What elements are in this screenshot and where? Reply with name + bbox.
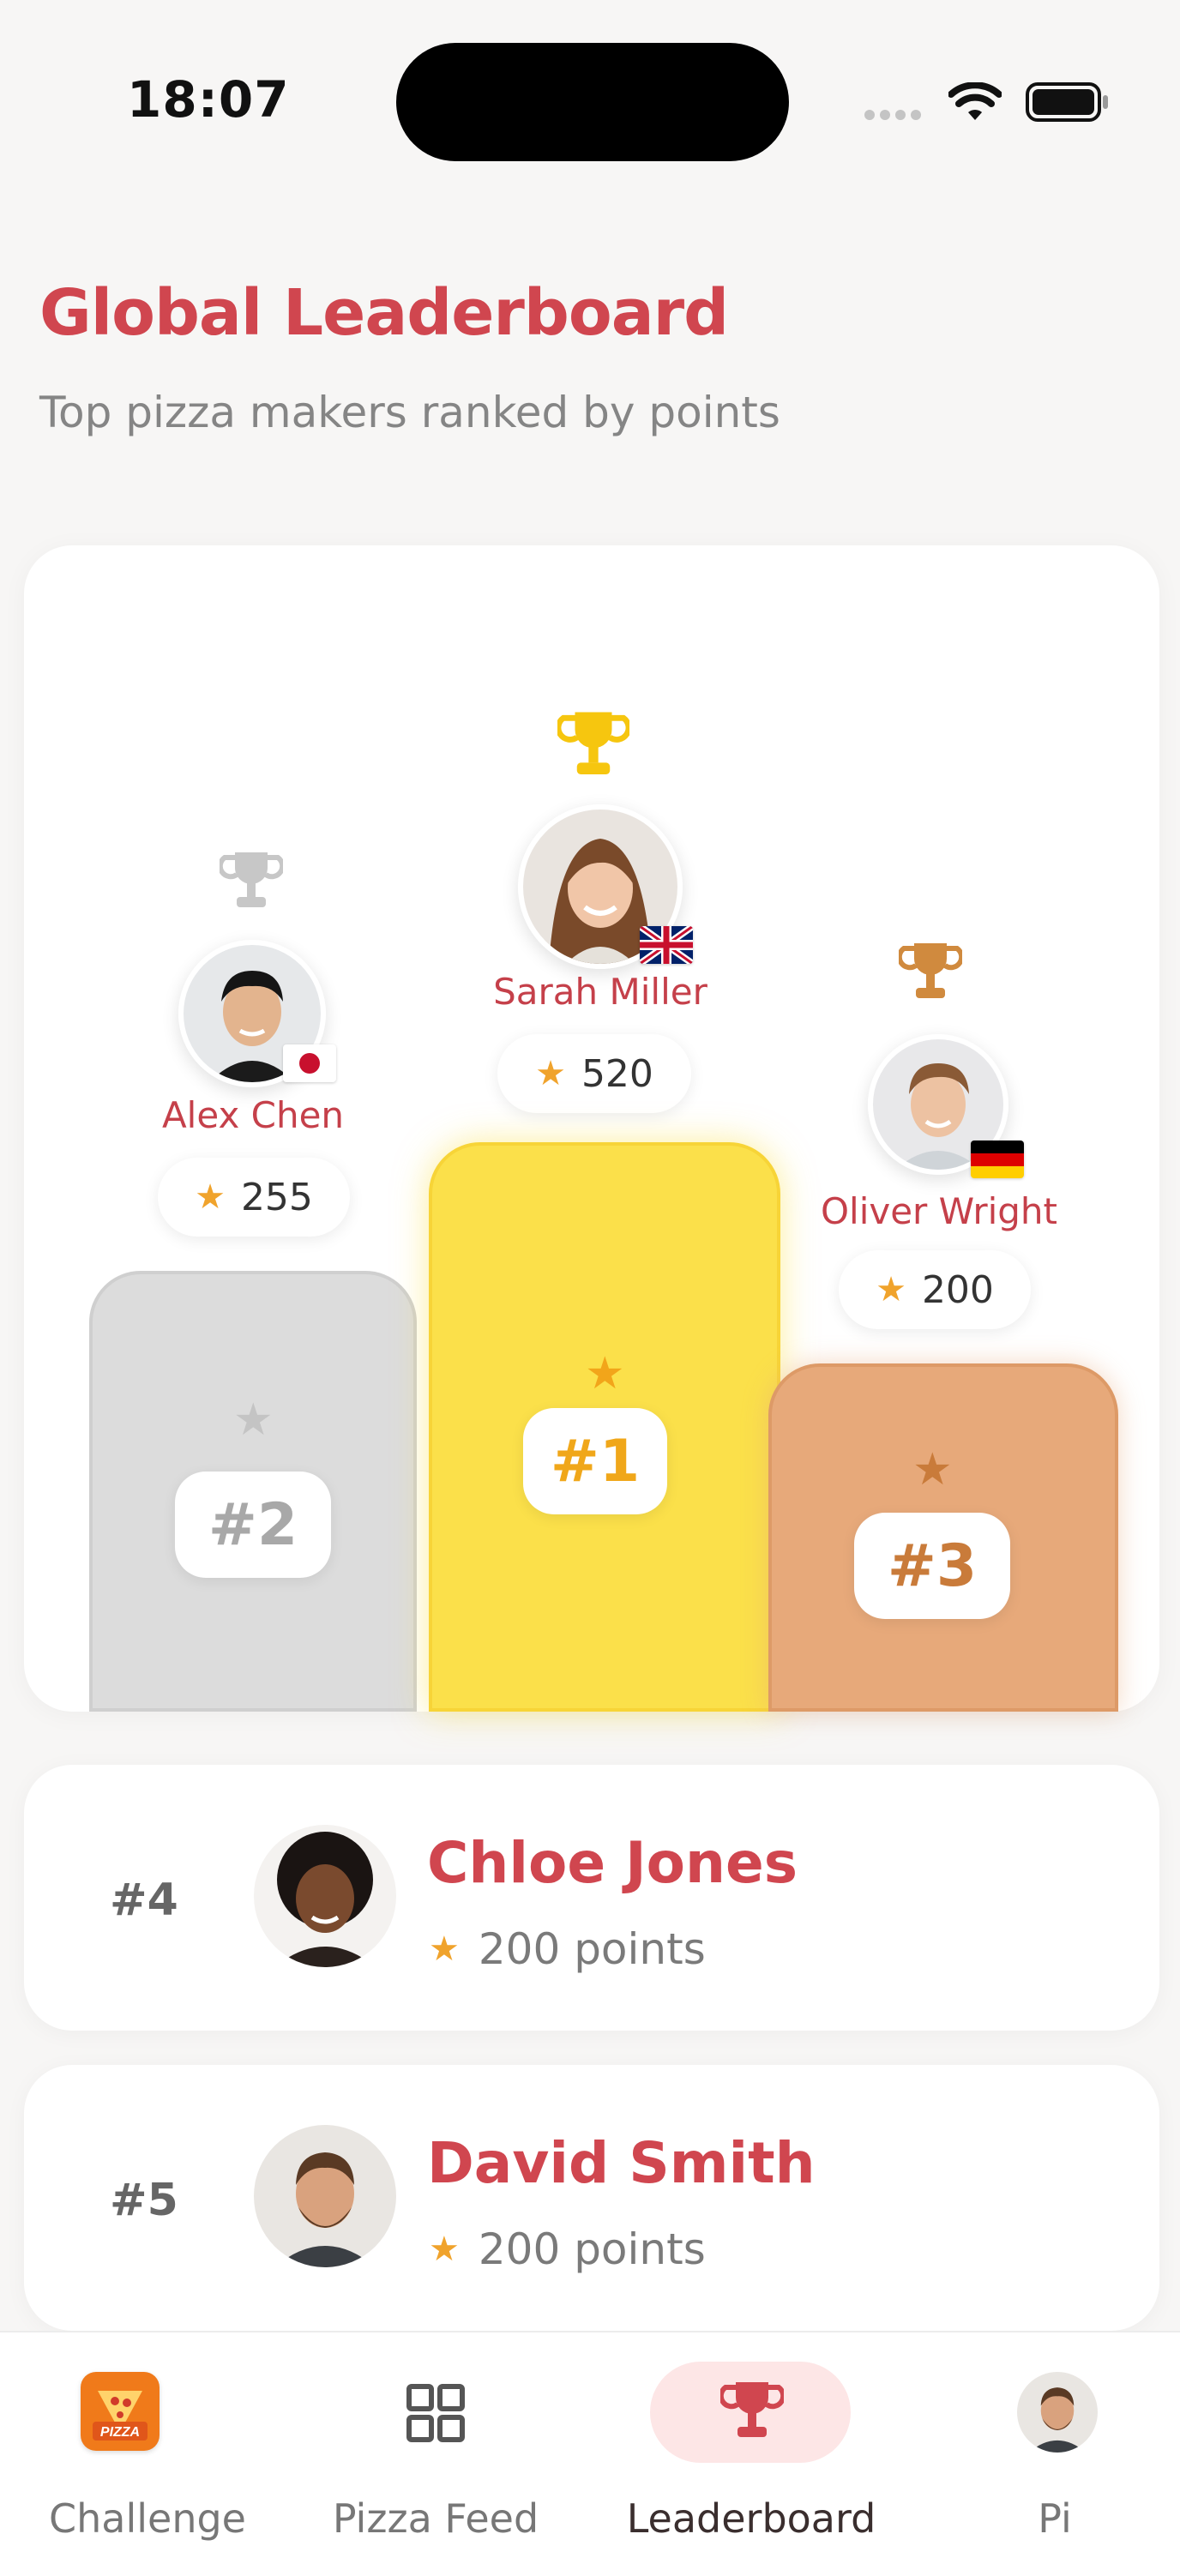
tab-bar: PIZZA Challenge Pizza Feed Leaderboard P… <box>0 2331 1180 2576</box>
tab-label: Pizza Feed <box>332 2495 539 2542</box>
rank-name: David Smith <box>427 2130 816 2196</box>
wifi-icon <box>948 82 1002 120</box>
podium-card: Alex Chen ★ 255 Sarah Miller ★ 520 Olive… <box>24 545 1159 1712</box>
star-icon: ★ <box>876 1270 906 1309</box>
bronze-trophy-icon <box>899 943 962 998</box>
dynamic-island <box>396 43 789 161</box>
pizza-badge-icon: PIZZA <box>81 2372 160 2451</box>
podium-points-third-value: 200 <box>921 1267 994 1312</box>
star-icon: ★ <box>429 1929 460 1969</box>
rank-points: ★ 200 points <box>429 1924 706 1974</box>
silver-trophy-icon <box>220 852 283 907</box>
rank-badge-first: #1 <box>523 1408 667 1514</box>
rank-number: #4 <box>110 1875 178 1926</box>
podium-block-second: ★ #2 <box>89 1271 417 1712</box>
podium-points-third: ★ 200 <box>839 1250 1031 1329</box>
list-item[interactable]: #5 David Smith ★ 200 points <box>24 2065 1159 2331</box>
star-icon: ★ <box>429 2230 460 2269</box>
star-icon: ★ <box>585 1348 625 1399</box>
svg-text:PIZZA: PIZZA <box>100 2425 140 2440</box>
podium-points-first-value: 520 <box>581 1051 653 1096</box>
podium-points-first: ★ 520 <box>497 1034 691 1113</box>
rank-name: Chloe Jones <box>427 1830 798 1896</box>
tab-profile[interactable]: Pi <box>912 2332 1180 2576</box>
status-time: 18:07 <box>127 70 290 129</box>
tab-challenge[interactable]: PIZZA Challenge <box>0 2332 295 2576</box>
star-icon: ★ <box>912 1444 953 1496</box>
star-icon: ★ <box>535 1054 566 1093</box>
avatar <box>254 2125 396 2267</box>
grid-icon <box>406 2384 465 2442</box>
flag-germany-icon <box>971 1141 1024 1178</box>
podium-points-second: ★ 255 <box>158 1158 350 1237</box>
tab-label: Pi <box>1038 2495 1072 2542</box>
tab-pizza-feed[interactable]: Pizza Feed <box>288 2332 583 2576</box>
star-icon: ★ <box>233 1394 274 1446</box>
profile-avatar <box>1017 2372 1098 2453</box>
page-subtitle: Top pizza makers ranked by points <box>39 388 780 437</box>
signal-icon <box>864 110 921 120</box>
rank-points-value: 200 points <box>478 2224 706 2274</box>
avatar <box>254 1825 396 1967</box>
rank-number: #5 <box>110 2175 178 2226</box>
podium-block-third: ★ #3 <box>768 1363 1118 1712</box>
podium-name-third: Oliver Wright <box>820 1190 1058 1232</box>
tab-label: Challenge <box>49 2495 246 2542</box>
rank-badge-third: #3 <box>854 1513 1010 1619</box>
battery-icon <box>1026 82 1108 122</box>
trophy-icon <box>720 2382 784 2437</box>
list-item[interactable]: #4 Chloe Jones ★ 200 points <box>24 1765 1159 2031</box>
rank-badge-second: #2 <box>175 1472 331 1578</box>
rank-points: ★ 200 points <box>429 2224 706 2274</box>
flag-japan-icon <box>283 1044 336 1082</box>
podium-name-first: Sarah Miller <box>493 971 707 1013</box>
status-bar: 18:07 <box>0 0 1180 197</box>
tab-label: Leaderboard <box>626 2495 876 2542</box>
tab-leaderboard[interactable]: Leaderboard <box>604 2332 899 2576</box>
rank-points-value: 200 points <box>478 1924 706 1974</box>
gold-trophy-icon <box>557 712 629 774</box>
star-icon: ★ <box>195 1177 226 1217</box>
flag-united-kingdom-icon <box>640 926 693 964</box>
podium-points-second-value: 255 <box>240 1175 313 1219</box>
podium-name-second: Alex Chen <box>161 1094 345 1136</box>
page-title: Global Leaderboard <box>39 276 729 350</box>
podium-block-first: ★ #1 <box>429 1142 780 1712</box>
